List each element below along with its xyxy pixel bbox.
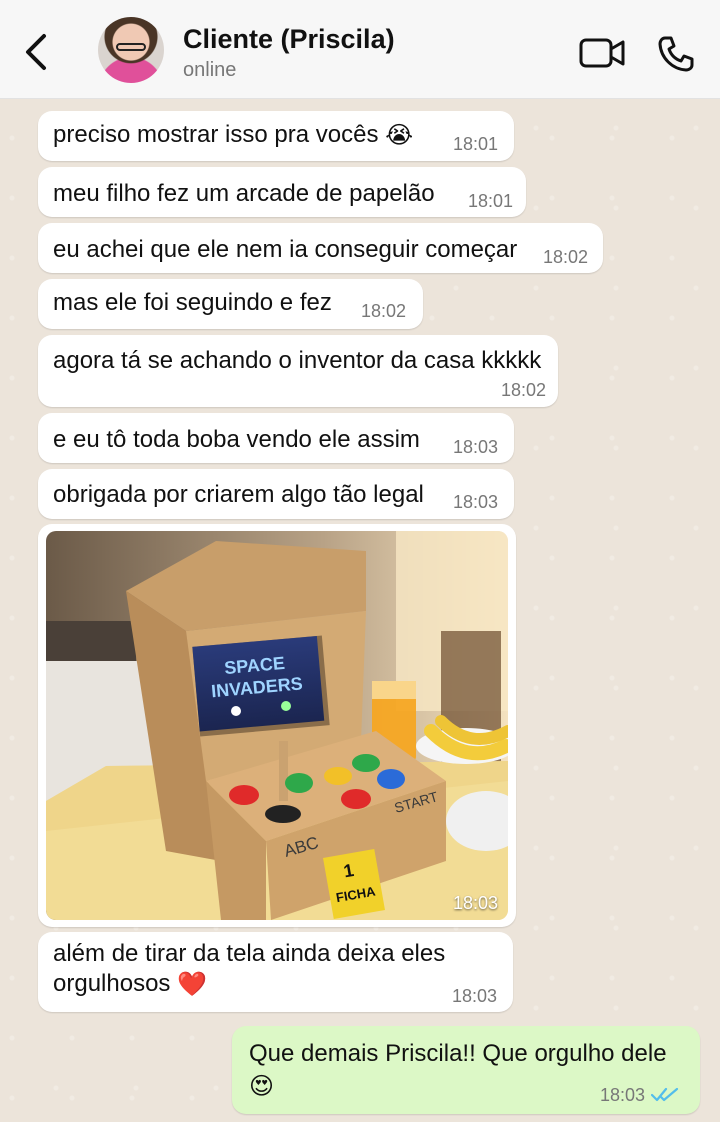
message-bubble[interactable]: mas ele foi seguindo e fez 18:02 <box>38 279 423 329</box>
message-text-line2-content: orgulhosos <box>53 970 171 997</box>
message-time: 18:03 <box>452 986 498 1006</box>
outgoing-message-bubble[interactable]: Que demais Priscila!! Que orgulho dele 😍… <box>232 1026 700 1114</box>
message-text: agora tá se achando o inventor da casa k… <box>53 347 542 374</box>
avatar[interactable] <box>98 17 164 83</box>
message-time: 18:03 <box>453 492 499 512</box>
message-time: 18:02 <box>543 247 589 267</box>
message-text: mas ele foi seguindo e fez <box>53 289 332 316</box>
contact-name[interactable]: Cliente (Priscila) <box>183 24 395 55</box>
heart-eyes-emoji: 😍 <box>249 1073 275 1100</box>
message-text: e eu tô toda boba vendo ele assim <box>53 426 420 453</box>
message-time: 18:03 <box>453 437 499 457</box>
message-text-line1: além de tirar da tela ainda deixa eles <box>53 940 446 967</box>
arcade-photo[interactable]: SPACE INVADERS ABC START 1 FICHA 18:03 <box>46 531 508 920</box>
double-check-read-icon <box>651 1087 679 1102</box>
avatar-glasses <box>116 43 146 51</box>
message-bubble[interactable]: e eu tô toda boba vendo ele assim 18:03 <box>38 413 514 463</box>
message-text-line2: orgulhosos ❤️ <box>53 970 207 999</box>
message-bubble[interactable]: agora tá se achando o inventor da casa k… <box>38 335 558 407</box>
message-text: obrigada por criarem algo tão legal <box>53 481 424 508</box>
message-text: eu achei que ele nem ia conseguir começa… <box>53 236 518 263</box>
message-bubble[interactable]: preciso mostrar isso pra vocês 😭 18:01 <box>38 111 514 161</box>
message-text-content: preciso mostrar isso pra vocês <box>53 121 379 148</box>
message-time: 18:01 <box>453 134 499 154</box>
phone-call-icon[interactable] <box>656 34 696 74</box>
message-text: preciso mostrar isso pra vocês 😭 <box>53 121 413 150</box>
message-text: meu filho fez um arcade de papelão <box>53 180 435 207</box>
contact-status: online <box>183 59 237 81</box>
message-bubble[interactable]: meu filho fez um arcade de papelão 18:01 <box>38 167 526 217</box>
arcade-photo-illustration: SPACE INVADERS ABC START 1 FICHA <box>46 531 508 920</box>
message-time: 18:02 <box>501 380 547 400</box>
red-heart-emoji: ❤️ <box>177 971 207 999</box>
back-arrow-icon[interactable] <box>18 28 58 76</box>
message-bubble[interactable]: obrigada por criarem algo tão legal 18:0… <box>38 469 514 519</box>
message-time: 18:01 <box>468 191 514 211</box>
crying-face-emoji: 😭 <box>385 122 414 150</box>
message-bubble[interactable]: além de tirar da tela ainda deixa eles o… <box>38 932 513 1012</box>
outgoing-message-text: Que demais Priscila!! Que orgulho dele <box>249 1040 667 1067</box>
outgoing-message-time: 18:03 <box>600 1085 646 1105</box>
image-time: 18:03 <box>452 893 498 913</box>
video-call-icon[interactable] <box>578 34 626 70</box>
chat-header: Cliente (Priscila) online <box>0 0 720 99</box>
message-bubble[interactable]: eu achei que ele nem ia conseguir começa… <box>38 223 603 273</box>
message-time: 18:02 <box>361 301 407 321</box>
